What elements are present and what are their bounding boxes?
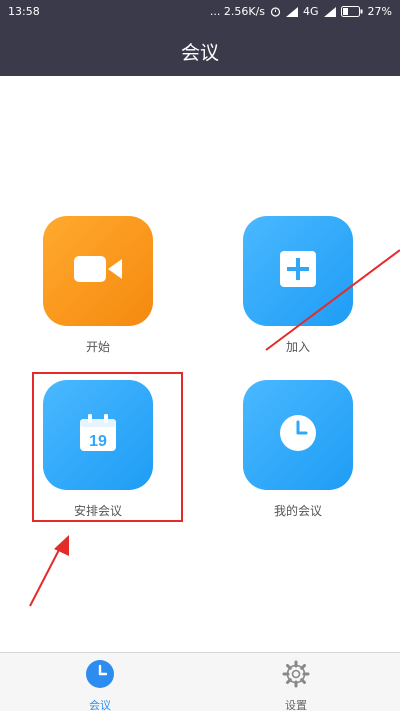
title-bar: 会议 <box>0 24 400 76</box>
tab-settings-label: 设置 <box>285 699 307 712</box>
battery-percent: 27% <box>367 5 392 18</box>
signal-icon <box>286 6 299 17</box>
tab-meetings[interactable]: 会议 <box>60 659 140 713</box>
meeting-clock-icon <box>85 659 115 693</box>
tab-settings[interactable]: 设置 <box>256 659 336 713</box>
signal-icon-2 <box>323 6 336 17</box>
gear-icon <box>281 659 311 693</box>
highlight-box <box>32 372 183 522</box>
arrow-line-left <box>29 543 63 607</box>
start-meeting-button[interactable] <box>43 216 153 326</box>
network-type: 4G <box>303 5 319 18</box>
status-indicators: ... 2.56K/s 4G 27% <box>210 5 392 18</box>
status-time: 13:58 <box>8 5 40 18</box>
video-camera-icon <box>74 254 122 288</box>
plus-icon <box>278 249 318 293</box>
bottom-nav: 会议 设置 <box>0 652 400 713</box>
join-meeting-button[interactable] <box>243 216 353 326</box>
my-meetings-button[interactable] <box>243 380 353 490</box>
arrow-head-left <box>54 535 69 556</box>
battery-icon <box>340 6 363 17</box>
tab-meetings-label: 会议 <box>89 699 111 712</box>
page-title: 会议 <box>180 42 219 64</box>
my-meetings-label: 我的会议 <box>273 504 322 518</box>
clock-icon <box>278 413 318 457</box>
start-meeting-label: 开始 <box>85 340 110 354</box>
alarm-icon <box>270 6 281 17</box>
status-bar: 13:58 ... 2.56K/s 4G 27% <box>0 0 400 24</box>
join-meeting-label: 加入 <box>285 340 310 354</box>
annotation-arrows <box>29 249 400 607</box>
network-speed: ... 2.56K/s <box>209 5 266 18</box>
